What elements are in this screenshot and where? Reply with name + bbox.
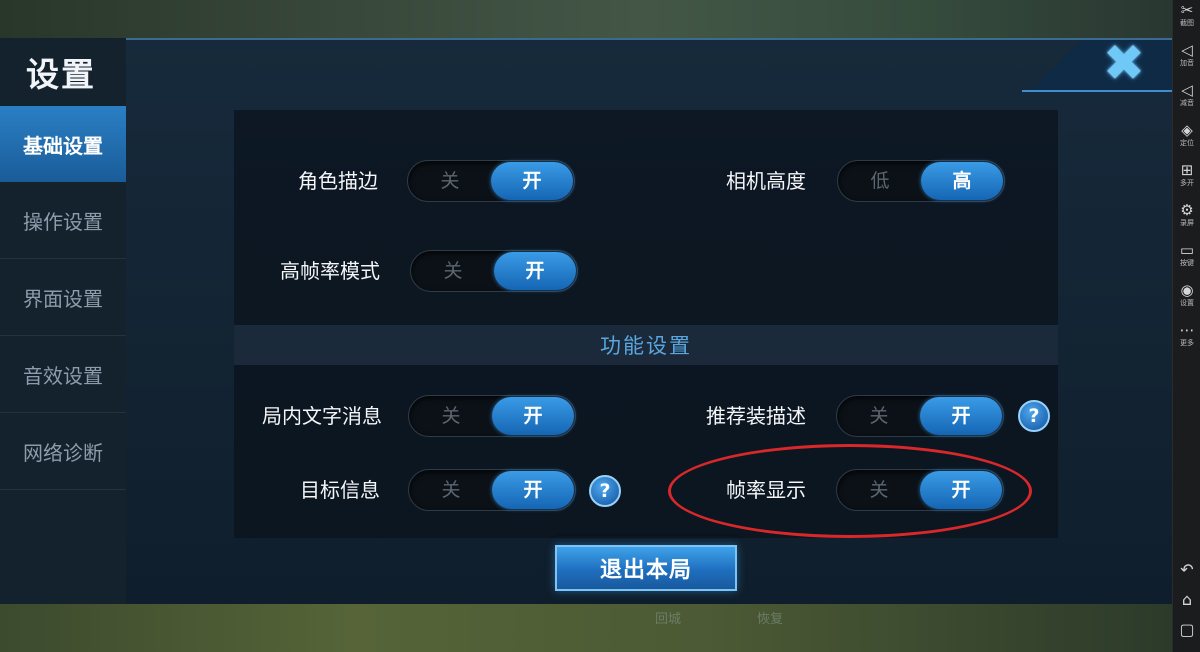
toggle-high-option[interactable]: 高: [921, 162, 1003, 200]
recommend-desc-label: 推荐装描述: [706, 404, 806, 428]
fps-display-label: 帧率显示: [726, 478, 806, 502]
settings-sidebar: 设置 基础设置 操作设置 界面设置 音效设置 网络诊断: [0, 38, 126, 604]
bg-heal-text: 恢复: [757, 612, 784, 627]
target-info-help-icon[interactable]: ?: [589, 475, 621, 507]
toggle-on-option[interactable]: 开: [920, 471, 1002, 509]
role-outline-label: 角色描边: [298, 169, 378, 193]
toolbar-label: 定位: [1180, 139, 1194, 147]
recommend-desc-toggle[interactable]: 关 开: [836, 395, 1004, 437]
toolbar-label: 录屏: [1180, 219, 1194, 227]
toolbar-keymap[interactable]: ▭ 按键: [1173, 242, 1200, 278]
toggle-off-option[interactable]: 关: [837, 396, 921, 436]
text-message-label: 局内文字消息: [262, 404, 382, 428]
toolbar-settings[interactable]: ◉ 设置: [1173, 282, 1200, 318]
nav-item-interface-settings[interactable]: 界面设置: [0, 260, 126, 336]
target-info-label: 目标信息: [300, 478, 380, 502]
toggle-on-option[interactable]: 开: [491, 162, 573, 200]
toolbar-label: 减音: [1180, 99, 1194, 107]
toggle-off-option[interactable]: 关: [409, 470, 493, 510]
recommend-desc-help-icon[interactable]: ?: [1018, 400, 1050, 432]
text-message-toggle[interactable]: 关 开: [408, 395, 576, 437]
more-icon: ⋯: [1179, 321, 1195, 339]
target-info-toggle[interactable]: 关 开: [408, 469, 576, 511]
toolbar-label: 多开: [1180, 179, 1194, 187]
toolbar-volume-up[interactable]: ◁ 加音: [1173, 42, 1200, 78]
volume-up-icon: ◁: [1181, 41, 1193, 59]
location-icon: ◈: [1181, 121, 1193, 139]
camera-height-toggle[interactable]: 低 高: [837, 160, 1005, 202]
camera-height-label: 相机高度: [726, 169, 806, 193]
toolbar-screenshot[interactable]: ✂ 截图: [1173, 2, 1200, 38]
section-title: 功能设置: [600, 334, 692, 358]
bg-recall-text: 回城: [655, 612, 682, 627]
exit-match-button[interactable]: 退出本局: [555, 545, 737, 591]
toolbar-volume-down[interactable]: ◁ 减音: [1173, 82, 1200, 118]
toolbar-label: 截图: [1180, 19, 1194, 27]
toolbar-record[interactable]: ⚙ 录屏: [1173, 202, 1200, 238]
toggle-off-option[interactable]: 关: [411, 251, 495, 291]
game-background-bottom: 回城 恢复: [0, 604, 1172, 652]
toggle-off-option[interactable]: 关: [837, 470, 921, 510]
nav-item-control-settings[interactable]: 操作设置: [0, 183, 126, 259]
scissors-icon: ✂: [1180, 1, 1194, 19]
toolbar-label: 更多: [1180, 339, 1194, 347]
settings-icon: ◉: [1180, 281, 1194, 299]
home-icon[interactable]: ⌂: [1173, 590, 1200, 614]
toggle-on-option[interactable]: 开: [492, 397, 574, 435]
nav-item-audio-settings[interactable]: 音效设置: [0, 337, 126, 413]
high-fps-mode-label: 高帧率模式: [280, 259, 380, 283]
back-icon[interactable]: ↶: [1173, 560, 1200, 584]
toggle-on-option[interactable]: 开: [494, 252, 576, 290]
toggle-on-option[interactable]: 开: [492, 471, 574, 509]
toolbar-label: 加音: [1180, 59, 1194, 67]
fps-display-toggle[interactable]: 关 开: [836, 469, 1004, 511]
nav-item-basic-settings[interactable]: 基础设置: [0, 106, 126, 182]
keyboard-icon: ▭: [1179, 241, 1195, 259]
nav-item-network-diagnosis[interactable]: 网络诊断: [0, 414, 126, 490]
volume-down-icon: ◁: [1181, 81, 1193, 99]
toolbar-label: 按键: [1180, 259, 1194, 267]
game-background-top: [0, 0, 1172, 38]
close-button[interactable]: ✖: [1098, 34, 1150, 92]
toggle-off-option[interactable]: 关: [408, 161, 492, 201]
settings-title: 设置: [26, 55, 96, 94]
high-fps-mode-toggle[interactable]: 关 开: [410, 250, 578, 292]
toolbar-label: 设置: [1180, 299, 1194, 307]
toolbar-multi-instance[interactable]: ⊞ 多开: [1173, 162, 1200, 198]
recents-icon[interactable]: ▢: [1173, 620, 1200, 644]
toolbar-location[interactable]: ◈ 定位: [1173, 122, 1200, 158]
add-app-icon: ⊞: [1180, 161, 1194, 179]
close-icon: ✖: [1103, 34, 1145, 92]
role-outline-toggle[interactable]: 关 开: [407, 160, 575, 202]
toggle-off-option[interactable]: 关: [409, 396, 493, 436]
toggle-on-option[interactable]: 开: [920, 397, 1002, 435]
toolbar-more[interactable]: ⋯ 更多: [1173, 322, 1200, 358]
emulator-toolbar: ✂ 截图 ◁ 加音 ◁ 减音 ◈ 定位 ⊞ 多开 ⚙ 录屏 ▭ 按键 ◉ 设置 …: [1172, 0, 1200, 652]
function-settings-header: 功能设置: [234, 325, 1058, 365]
toggle-low-option[interactable]: 低: [838, 161, 922, 201]
record-icon: ⚙: [1180, 201, 1194, 219]
